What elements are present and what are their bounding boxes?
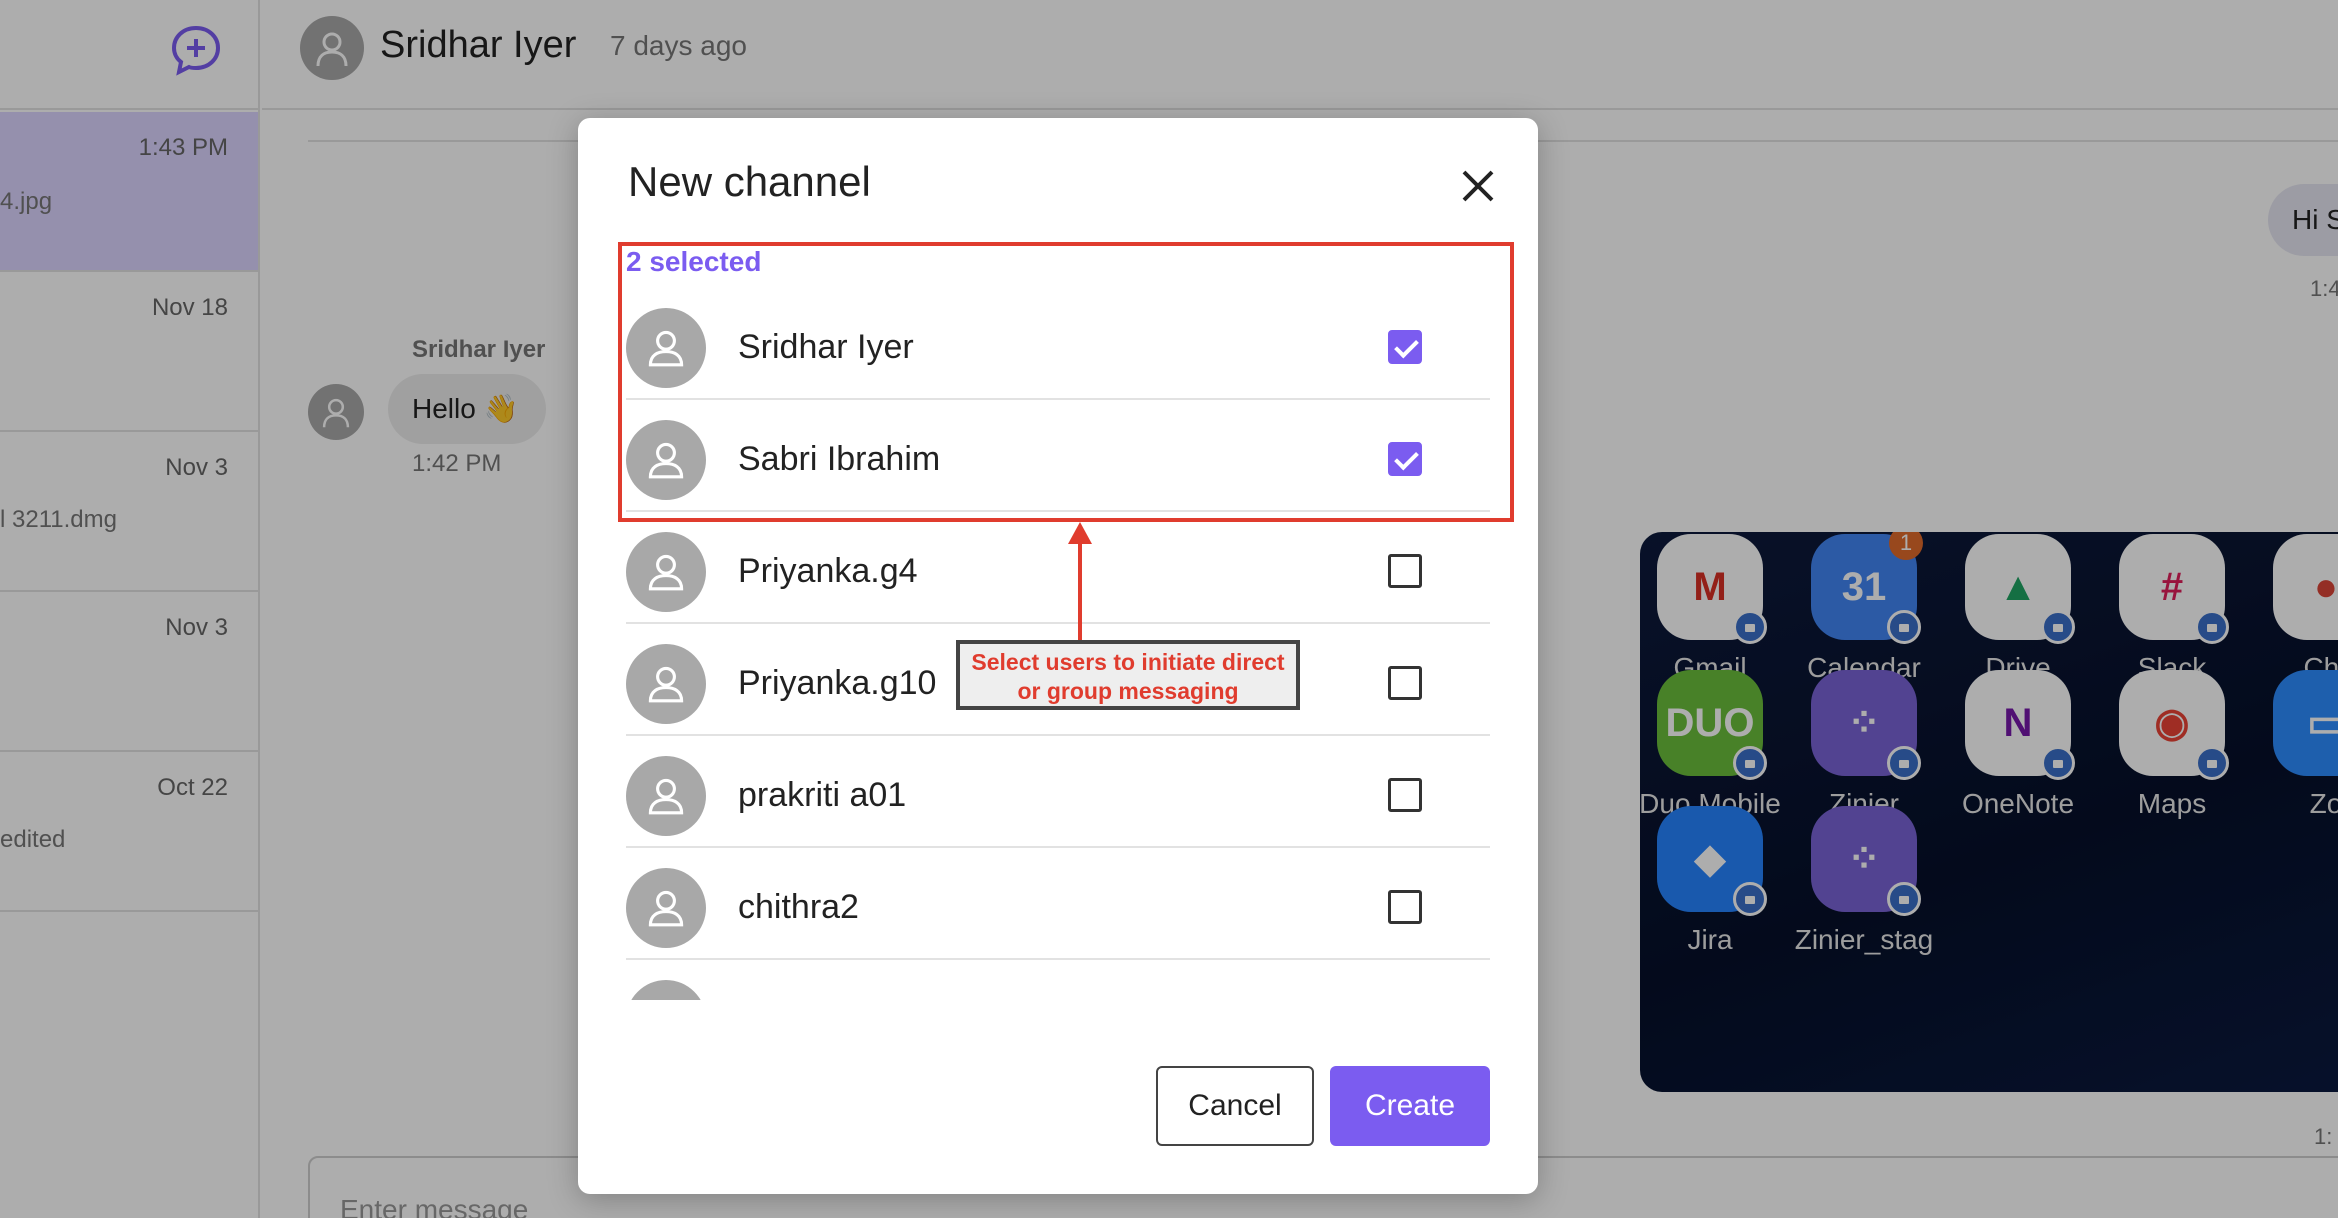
avatar — [626, 532, 706, 612]
user-checkbox[interactable] — [1388, 666, 1422, 700]
user-row[interactable]: chithra2 — [626, 848, 1490, 960]
user-name: Priyanka.g4 — [738, 552, 918, 590]
create-button[interactable]: Create — [1330, 1066, 1490, 1146]
close-icon[interactable] — [1454, 162, 1502, 210]
user-icon — [648, 778, 684, 815]
annotation-line: or group messaging — [1017, 678, 1239, 704]
user-checkbox[interactable] — [1388, 778, 1422, 812]
user-name: chithra2 — [738, 888, 859, 926]
user-row[interactable]: prakriti a01 — [626, 736, 1490, 848]
avatar — [626, 756, 706, 836]
annotation-line: Select users to initiate direct — [971, 649, 1285, 675]
annotation-callout: Select users to initiate direct or group… — [956, 640, 1300, 710]
user-checkbox[interactable] — [1388, 554, 1422, 588]
avatar — [626, 980, 706, 1000]
user-name: prakriti a01 — [738, 776, 907, 814]
user-checkbox[interactable] — [1388, 890, 1422, 924]
user-icon — [648, 890, 684, 927]
cancel-button[interactable]: Cancel — [1156, 1066, 1314, 1146]
annotation-arrow-icon — [1068, 522, 1092, 640]
annotation-highlight-box — [618, 242, 1514, 522]
dialog-title: New channel — [628, 158, 871, 205]
user-row[interactable]: Priyanka.g4 — [626, 512, 1490, 624]
avatar — [626, 644, 706, 724]
avatar — [626, 868, 706, 948]
user-name: Priyanka.g10 — [738, 664, 937, 702]
user-icon — [642, 996, 690, 1000]
user-row[interactable]: chithra1 — [626, 960, 1490, 1000]
user-icon — [648, 666, 684, 703]
user-icon — [648, 554, 684, 591]
